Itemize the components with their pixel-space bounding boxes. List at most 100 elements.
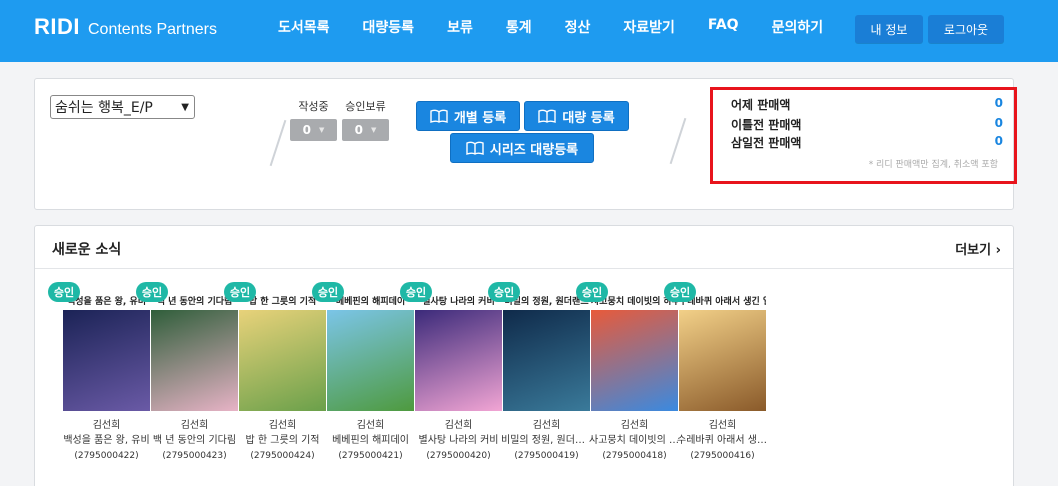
book-select-value: 숨쉬는 행복_E/P <box>55 100 153 116</box>
sales-three-days-value: 0 <box>994 134 1003 148</box>
chevron-down-icon: ▼ <box>370 126 377 134</box>
divider <box>669 117 687 165</box>
book-author: 김선희 <box>92 420 121 431</box>
more-label: 더보기 <box>955 243 992 258</box>
chevron-down-icon: ▼ <box>318 126 325 134</box>
nav-settlement[interactable]: 정산 <box>565 17 591 37</box>
pending-label: 승인보류 <box>345 100 386 113</box>
cover-illustration <box>239 310 326 411</box>
sales-three-days: 삼일전 판매액 0 <box>731 134 1003 151</box>
writing-stat: 작성중 0 ▼ <box>290 98 337 141</box>
cover-illustration <box>63 310 150 411</box>
book-code: (2795000420) <box>426 451 491 461</box>
book-code: (2795000419) <box>514 451 579 461</box>
individual-register-button[interactable]: 개별 등록 <box>416 101 520 131</box>
sales-yesterday-label: 어제 판매액 <box>731 98 791 112</box>
cover-illustration <box>679 310 766 411</box>
book-icon <box>466 141 484 155</box>
book-cover[interactable]: 밥 한 그릇의 기적 <box>239 294 326 411</box>
approved-badge: 승인 <box>48 282 80 302</box>
nav-pending[interactable]: 보류 <box>447 17 473 37</box>
sales-two-days: 이틀전 판매액 0 <box>731 116 1003 133</box>
news-divider <box>35 268 1013 269</box>
nav-book-list[interactable]: 도서목록 <box>278 17 330 37</box>
book-title[interactable]: 수레바퀴 아래서 생긴 일 <box>677 431 768 446</box>
book-author: 김선희 <box>356 420 385 431</box>
pending-count: 0 <box>354 123 363 137</box>
book-cover[interactable]: 별사탕 나라의 커비 <box>415 294 502 411</box>
cover-illustration <box>503 310 590 411</box>
divider <box>269 119 287 167</box>
book-cover[interactable]: 사고뭉치 데이빗의 하루 <box>591 294 678 411</box>
book-title[interactable]: 사고뭉치 데이빗의 하루 <box>589 431 680 446</box>
nav-bulk-register[interactable]: 대량등록 <box>363 17 415 37</box>
book-code: (2795000424) <box>250 451 315 461</box>
cover-illustration <box>415 310 502 411</box>
book-author: 김선희 <box>620 420 649 431</box>
approved-badge: 승인 <box>488 282 520 302</box>
sales-two-days-value: 0 <box>994 116 1003 130</box>
individual-register-label: 개별 등록 <box>453 110 507 126</box>
book-author: 김선희 <box>532 420 561 431</box>
book-code: (2795000416) <box>690 451 755 461</box>
nav-statistics[interactable]: 통계 <box>506 17 532 37</box>
summary-panel: 숨쉬는 행복_E/P ▼ 작성중 0 ▼ 승인보류 0 ▼ 개별 등록 대량 등… <box>34 78 1017 210</box>
book-icon <box>538 109 557 123</box>
series-bulk-register-button[interactable]: 시리즈 대량등록 <box>450 133 594 163</box>
nav-faq[interactable]: FAQ <box>708 17 739 37</box>
chevron-down-icon: ▼ <box>181 101 189 113</box>
book-author: 김선희 <box>180 420 209 431</box>
sales-summary-box: 어제 판매액 0 이틀전 판매액 0 삼일전 판매액 0 * 리디 판매액만 집… <box>710 87 1017 184</box>
sales-note: * 리디 판매액만 집계, 취소액 포함 <box>868 160 998 170</box>
logo-subtitle: Contents Partners <box>88 21 217 38</box>
book-author: 김선희 <box>708 420 737 431</box>
book-select-dropdown[interactable]: 숨쉬는 행복_E/P ▼ <box>50 95 195 119</box>
nav-downloads[interactable]: 자료받기 <box>623 17 675 37</box>
top-header: RIDI Contents Partners 도서목록 대량등록 보류 통계 정… <box>0 0 1058 62</box>
logo[interactable]: RIDI Contents Partners <box>34 14 217 40</box>
approved-badge: 승인 <box>664 282 696 302</box>
book-title[interactable]: 비밀의 정원, 원더랜드 <box>501 431 592 446</box>
writing-count: 0 <box>302 123 311 137</box>
approved-badge: 승인 <box>312 282 344 302</box>
book-cover[interactable]: 백 년 동안의 기다림 <box>151 294 238 411</box>
logout-button[interactable]: 로그아웃 <box>928 15 1004 43</box>
sales-three-days-label: 삼일전 판매액 <box>731 136 802 150</box>
book-code: (2795000422) <box>74 451 139 461</box>
chevron-right-icon: › <box>995 243 1001 258</box>
bulk-register-button[interactable]: 대량 등록 <box>524 101 629 131</box>
logo-mark: RIDI <box>34 14 80 39</box>
series-bulk-register-label: 시리즈 대량등록 <box>489 142 579 158</box>
approved-badge: 승인 <box>576 282 608 302</box>
book-code: (2795000418) <box>602 451 667 461</box>
book-code: (2795000423) <box>162 451 227 461</box>
cover-illustration <box>151 310 238 411</box>
my-info-button[interactable]: 내 정보 <box>855 15 923 43</box>
book-cover[interactable]: 베베핀의 해피데이 <box>327 294 414 411</box>
book-icon <box>430 109 448 123</box>
bulk-register-label: 대량 등록 <box>562 110 615 126</box>
more-link[interactable]: 더보기 › <box>955 239 1001 258</box>
book-title[interactable]: 밥 한 그릇의 기적 <box>237 431 328 446</box>
book-code: (2795000421) <box>338 451 403 461</box>
writing-count-select[interactable]: 0 ▼ <box>290 119 337 141</box>
cover-illustration <box>591 310 678 411</box>
book-title[interactable]: 백 년 동안의 기다림 <box>149 431 240 446</box>
book-cover[interactable]: 백성을 품은 왕, 유비 <box>63 294 150 411</box>
book-author: 김선희 <box>444 420 473 431</box>
book-cover[interactable]: 비밀의 정원, 원더랜드 <box>503 294 590 411</box>
book-title[interactable]: 베베핀의 해피데이 <box>325 431 416 446</box>
main-nav: 도서목록 대량등록 보류 통계 정산 자료받기 FAQ 문의하기 <box>278 17 856 37</box>
sales-two-days-label: 이틀전 판매액 <box>731 118 802 132</box>
book-title[interactable]: 백성을 품은 왕, 유비 <box>61 431 152 446</box>
news-title: 새로운 소식 <box>52 242 122 258</box>
book-cover[interactable]: 수레바퀴 아래서 생긴 일 <box>679 294 766 411</box>
pending-stat: 승인보류 0 ▼ <box>342 98 389 141</box>
book-author: 김선희 <box>268 420 297 431</box>
sales-yesterday-value: 0 <box>994 96 1003 110</box>
approved-badge: 승인 <box>136 282 168 302</box>
book-title[interactable]: 별사탕 나라의 커비 <box>413 431 504 446</box>
news-panel: 새로운 소식 더보기 › 백성을 품은 왕, 유비 승인 김선희 백성을 품은 왕, … <box>34 225 1014 486</box>
pending-count-select[interactable]: 0 ▼ <box>342 119 389 141</box>
nav-inquiry[interactable]: 문의하기 <box>772 17 824 37</box>
